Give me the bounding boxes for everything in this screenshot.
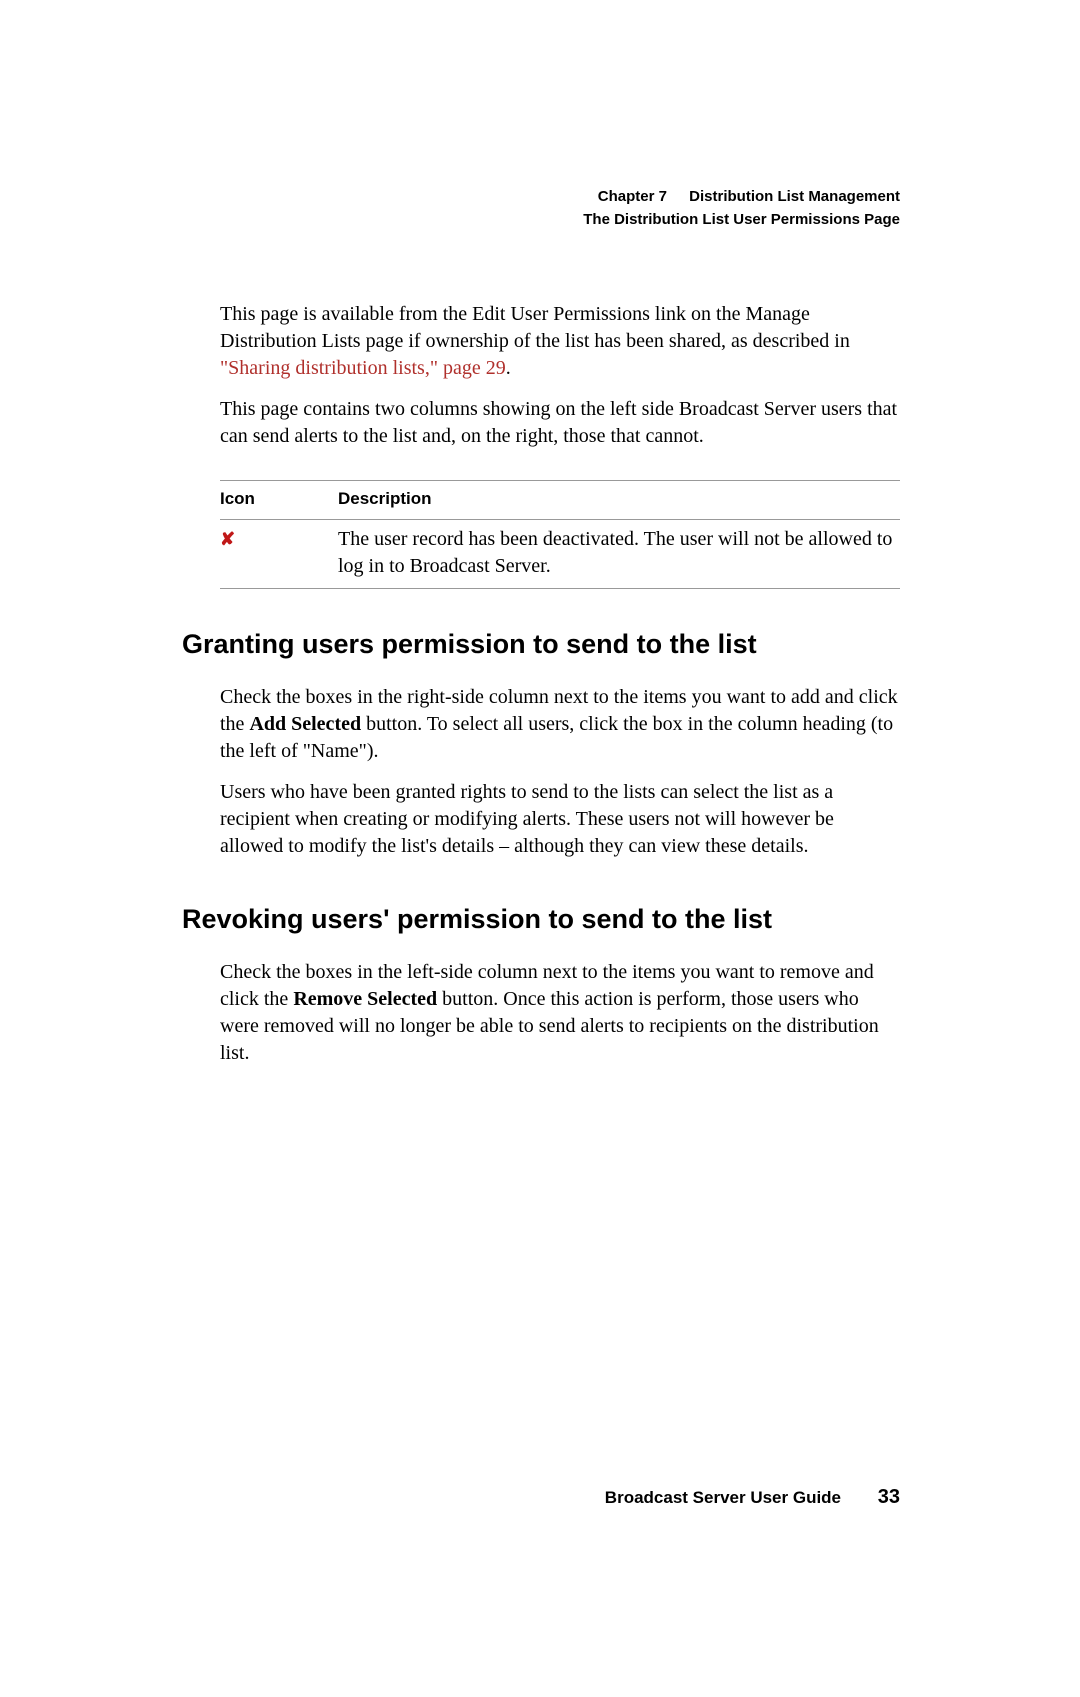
granting-permission-heading: Granting users permission to send to the…	[182, 629, 900, 660]
revoking-permission-heading: Revoking users' permission to send to th…	[182, 904, 900, 935]
page-footer: Broadcast Server User Guide 33	[182, 1486, 900, 1509]
header-chapter: Chapter 7	[598, 188, 667, 205]
intro-paragraph-1: This page is available from the Edit Use…	[220, 301, 900, 382]
intro-p1-text-b: .	[506, 357, 511, 379]
table-header-description: Description	[338, 481, 900, 520]
intro-paragraph-2: This page contains two columns showing o…	[220, 396, 900, 450]
footer-guide-title: Broadcast Server User Guide	[605, 1488, 841, 1507]
intro-p1-text-a: This page is available from the Edit Use…	[220, 303, 850, 352]
header-title: Distribution List Management	[689, 188, 900, 205]
page-header: Chapter 7 Distribution List Management T…	[182, 186, 900, 231]
table-header-icon: Icon	[220, 481, 338, 520]
footer-page-number: 33	[878, 1486, 900, 1509]
table-row: ✘ The user record has been deactivated. …	[220, 520, 900, 589]
remove-selected-label: Remove Selected	[293, 988, 437, 1010]
table-cell-description: The user record has been deactivated. Th…	[338, 520, 900, 589]
header-subtitle: The Distribution List User Permissions P…	[182, 209, 900, 232]
add-selected-label: Add Selected	[249, 713, 361, 735]
granting-paragraph-1: Check the boxes in the right-side column…	[220, 684, 900, 765]
icon-description-table: Icon Description ✘ The user record has b…	[220, 480, 900, 589]
table-header-row: Icon Description	[220, 481, 900, 520]
granting-paragraph-2: Users who have been granted rights to se…	[220, 779, 900, 860]
table-cell-icon: ✘	[220, 520, 338, 589]
deactivated-x-icon: ✘	[220, 529, 235, 549]
revoking-paragraph-1: Check the boxes in the left-side column …	[220, 959, 900, 1067]
sharing-distribution-lists-link[interactable]: "Sharing distribution lists," page 29	[220, 357, 506, 379]
